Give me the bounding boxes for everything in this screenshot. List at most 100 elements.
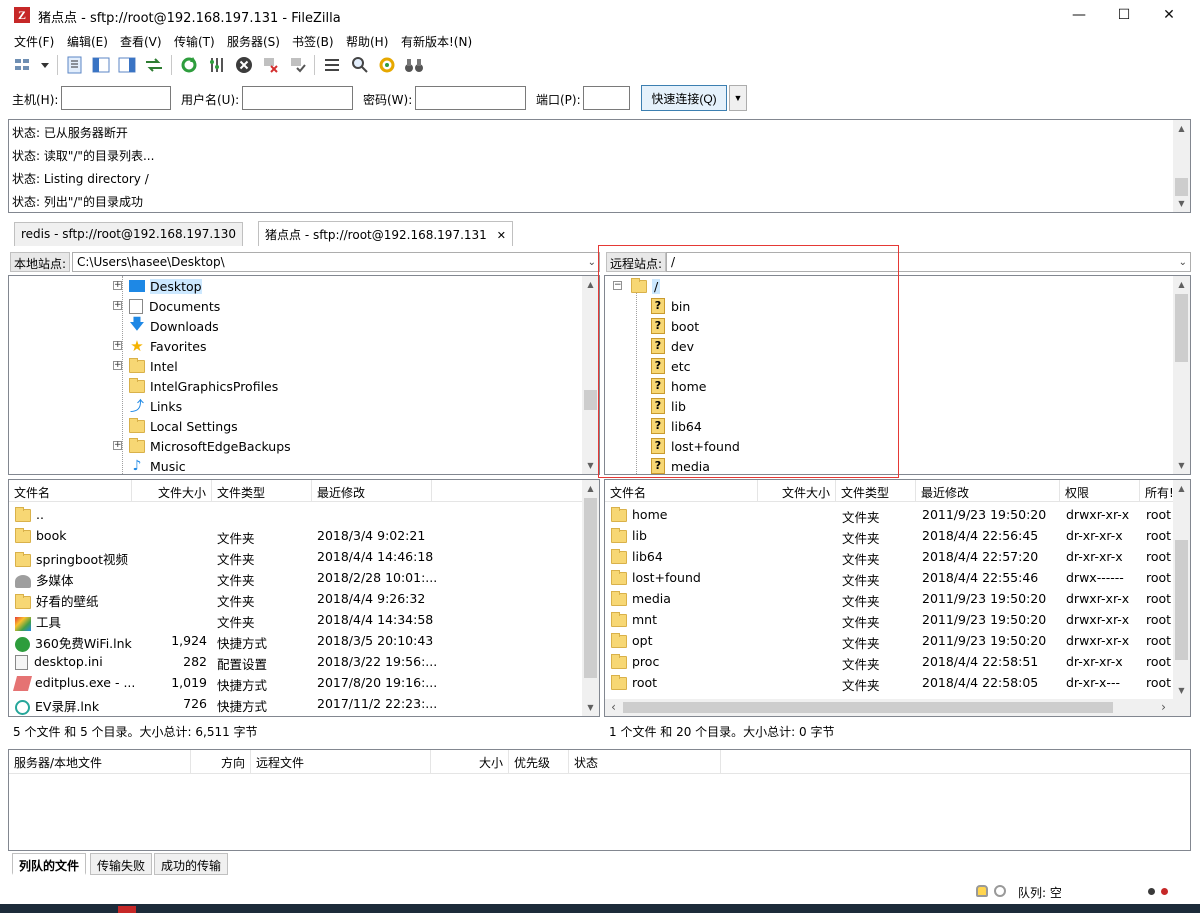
table-row[interactable]: EV录屏.lnk 726 快捷方式 2017/11/2 22:23:... [9,693,584,715]
toggle-remote-tree-button[interactable] [116,54,138,76]
menu-edit[interactable]: 编辑(E) [67,33,108,50]
menu-help[interactable]: 帮助(H) [346,33,388,50]
process-queue-button[interactable] [206,54,228,76]
password-input[interactable] [415,86,526,110]
remote-list-scrollbar[interactable]: ▲ ▼ [1173,480,1190,699]
log-scrollbar[interactable]: ▲ ▼ [1173,120,1190,212]
column-filename[interactable]: 文件名 [605,480,758,502]
table-row[interactable]: lost+found 文件夹 2018/4/4 22:55:46 drwx------… [605,567,1175,588]
column-modified[interactable]: 最近修改 [312,480,432,502]
table-row[interactable]: media 文件夹 2011/9/23 19:50:20 drwxr-xr-x root [605,588,1175,609]
remote-list-hscrollbar[interactable]: ‹ › [605,699,1190,716]
tree-item-local-settings[interactable]: Local Settings [129,416,238,436]
menu-view[interactable]: 查看(V) [120,33,162,50]
log-scroll-thumb[interactable] [1175,178,1188,196]
remote-directory-tree[interactable]: − / ? bin ? boot ? dev ? etc ? home ? lib ? lib… [604,275,1191,475]
tree-item-remote[interactable]: ? boot [651,316,699,336]
table-row[interactable]: 多媒体 文件夹 2018/2/28 10:01:... [9,567,584,588]
chevron-down-icon[interactable]: ⌄ [588,257,596,268]
table-row[interactable]: lib64 文件夹 2018/4/4 22:57:20 dr-xr-xr-x root [605,546,1175,567]
column-filetype[interactable]: 文件类型 [836,480,916,502]
scroll-up-icon[interactable]: ▲ [1173,480,1190,497]
tree-item-remote[interactable]: ? bin [651,296,690,316]
hscroll-thumb[interactable] [623,702,1113,713]
tree-item-intelgraphicsprofiles[interactable]: IntelGraphicsProfiles [129,376,278,396]
table-row[interactable]: opt 文件夹 2011/9/23 19:50:20 drwxr-xr-x root [605,630,1175,651]
column-direction[interactable]: 方向 [191,750,251,774]
transfer-queue[interactable]: 服务器/本地文件 方向 远程文件 大小 优先级 状态 [8,749,1191,851]
table-row[interactable]: root 文件夹 2018/4/4 22:58:05 dr-xr-x--- root [605,672,1175,693]
column-size[interactable]: 大小 [431,750,509,774]
column-modified[interactable]: 最近修改 [916,480,1060,502]
tab-queued-files[interactable]: 列队的文件 [12,853,87,875]
table-row[interactable]: 工具 文件夹 2018/4/4 14:34:58 [9,609,584,631]
tree-item-remote[interactable]: ? home [651,376,706,396]
expand-icon[interactable]: + [113,301,122,310]
expand-icon[interactable]: + [113,361,122,370]
scroll-up-icon[interactable]: ▲ [1173,276,1190,293]
message-log[interactable]: 状态: 已从服务器断开 状态: 读取"/"的目录列表... 状态: Listin… [8,119,1191,213]
tree-item-microsoftedgebackups[interactable]: MicrosoftEdgeBackups [129,436,291,456]
column-permissions[interactable]: 权限 [1060,480,1140,502]
scroll-thumb[interactable] [1175,540,1188,660]
tree-item-root[interactable]: / [631,276,661,296]
menu-server[interactable]: 服务器(S) [227,33,280,50]
menu-new-version[interactable]: 有新版本!(N) [401,33,472,50]
port-input[interactable] [583,86,630,110]
scroll-down-icon[interactable]: ▼ [582,457,599,474]
scroll-down-icon[interactable]: ▼ [1173,457,1190,474]
column-filetype[interactable]: 文件类型 [212,480,312,502]
table-row[interactable]: 好看的壁纸 文件夹 2018/4/4 9:26:32 [9,588,584,609]
toggle-local-tree-button[interactable] [90,54,112,76]
tree-item-music[interactable]: ♪ Music [129,456,186,474]
close-button[interactable]: ✕ [1146,0,1192,30]
local-directory-tree[interactable]: + Desktop + Documents 🡇 Downloads + ★ Fa… [8,275,600,475]
table-row[interactable]: 360免费WiFi.lnk 1,924 快捷方式 2018/3/5 20:10:43 [9,630,584,652]
compare-directories-button[interactable] [349,54,371,76]
remote-path-combo[interactable]: / ⌄ [666,252,1191,272]
table-row[interactable]: book 文件夹 2018/3/4 9:02:21 [9,525,584,546]
table-row[interactable]: desktop.ini 282 配置设置 2018/3/22 19:56:... [9,651,584,672]
search-remote-button[interactable] [403,54,425,76]
column-local-file[interactable]: 服务器/本地文件 [9,750,191,774]
expand-icon[interactable]: + [113,281,122,290]
table-row[interactable]: proc 文件夹 2018/4/4 22:58:51 dr-xr-xr-x root [605,651,1175,672]
table-row[interactable]: springboot视频 文件夹 2018/4/4 14:46:18 [9,546,584,567]
scroll-thumb[interactable] [584,498,597,678]
tree-item-remote[interactable]: ? etc [651,356,690,376]
reconnect-button[interactable] [287,54,309,76]
remote-tree-scrollbar[interactable]: ▲ ▼ [1173,276,1190,474]
scroll-down-icon[interactable]: ▼ [582,699,599,716]
scroll-thumb[interactable] [1175,294,1188,362]
menu-bookmarks[interactable]: 书签(B) [292,33,334,50]
local-tree-scrollbar[interactable]: ▲ ▼ [582,276,599,474]
toggle-queue-button[interactable] [143,54,165,76]
column-filesize[interactable]: 文件大小 [758,480,836,502]
local-file-list[interactable]: 文件名 文件大小 文件类型 最近修改 .. book 文件夹 2018/3/4 9:… [8,479,600,717]
tree-item-remote[interactable]: ? media [651,456,710,474]
remote-file-list[interactable]: 文件名 文件大小 文件类型 最近修改 权限 所有! home 文件夹 2011/9/… [604,479,1191,717]
tab-successful-transfers[interactable]: 成功的传输 [154,853,229,875]
chevron-down-icon[interactable]: ⌄ [1179,257,1187,268]
site-manager-button[interactable] [12,54,52,76]
quickconnect-button[interactable]: 快速连接(Q) [641,85,727,111]
column-filename[interactable]: 文件名 [9,480,132,502]
username-input[interactable] [242,86,353,110]
tree-item-remote[interactable]: ? dev [651,336,694,356]
scroll-left-icon[interactable]: ‹ [605,699,622,716]
collapse-icon[interactable]: − [613,281,622,290]
menu-transfer[interactable]: 传输(T) [174,33,215,50]
tree-item-intel[interactable]: Intel [129,356,178,376]
tree-item-remote[interactable]: ? lost+found [651,436,740,456]
filezilla-taskbar-icon[interactable] [118,906,136,913]
tab-failed-transfers[interactable]: 传输失败 [90,853,153,875]
table-row[interactable]: mnt 文件夹 2011/9/23 19:50:20 drwxr-xr-x root [605,609,1175,630]
tree-item-downloads[interactable]: 🡇 Downloads [129,315,218,336]
scroll-up-icon[interactable]: ▲ [582,480,599,497]
refresh-button[interactable] [178,54,200,76]
scroll-down-icon[interactable]: ▼ [1173,195,1190,212]
tab-redis[interactable]: redis - sftp://root@192.168.197.130 [14,222,244,246]
sync-browsing-button[interactable] [376,54,398,76]
local-path-combo[interactable]: C:\Users\hasee\Desktop\ ⌄ [72,252,600,272]
column-filesize[interactable]: 文件大小 [132,480,212,502]
